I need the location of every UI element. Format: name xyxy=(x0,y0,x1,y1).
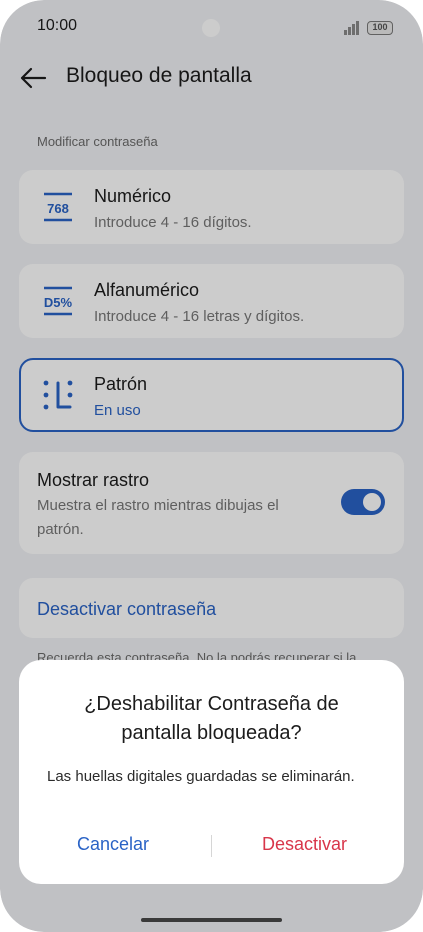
dialog-title: ¿Deshabilitar Contraseña de pantalla blo… xyxy=(84,693,339,744)
dialog-body: Las huellas digitales guardadas se elimi… xyxy=(47,768,355,785)
home-indicator[interactable] xyxy=(141,918,282,922)
deactivate-button[interactable]: Desactivar xyxy=(262,834,347,855)
phone-frame: 10:00 100 Bloqueo de pantalla Modificar … xyxy=(0,0,423,932)
screen: 10:00 100 Bloqueo de pantalla Modificar … xyxy=(0,0,423,932)
dialog-button-divider xyxy=(211,835,212,857)
cancel-button[interactable]: Cancelar xyxy=(77,834,149,855)
disable-password-dialog: ¿Deshabilitar Contraseña de pantalla blo… xyxy=(19,660,404,884)
